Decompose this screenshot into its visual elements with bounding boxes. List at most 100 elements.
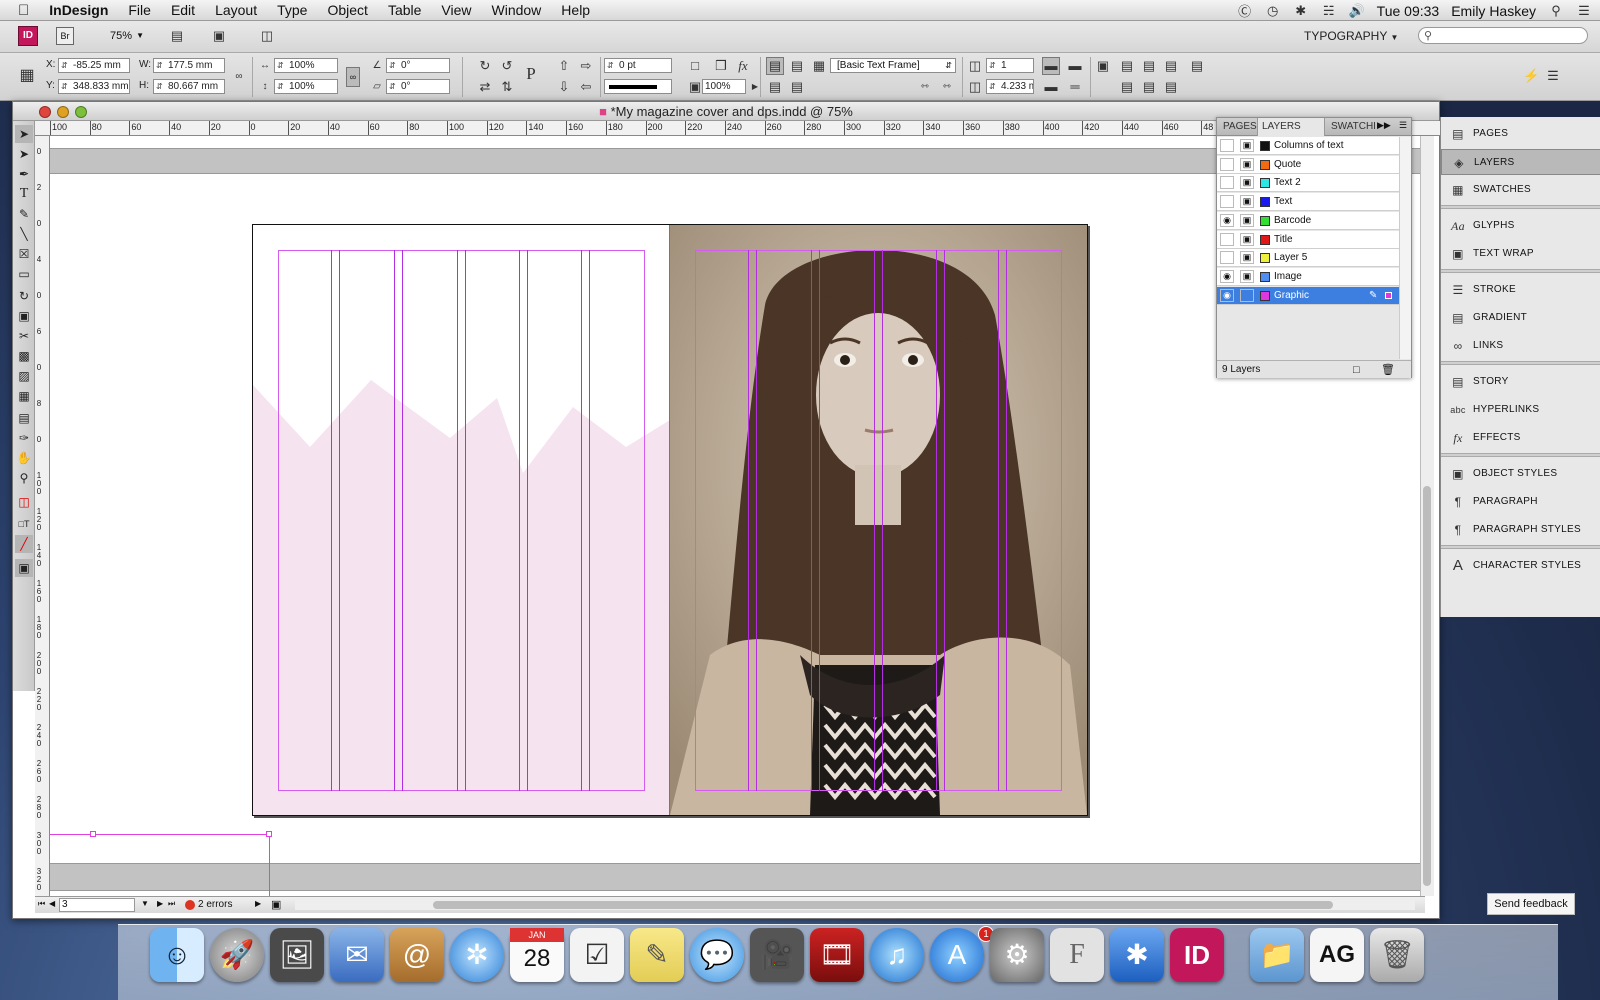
contacts-icon[interactable]: @ [390,928,444,982]
workspace-switcher[interactable]: TYPOGRAPHY ▼ [1304,29,1398,43]
trash-icon[interactable]: 🗑 [1370,928,1424,982]
y-position-field[interactable]: ⇵ 348.833 mm [58,79,130,94]
clock[interactable]: Tue 09:33 [1377,3,1440,19]
itunes-icon[interactable]: ♫ [870,928,924,982]
menu-app-name[interactable]: InDesign [39,0,118,21]
lock-icon[interactable]: ▣ [1240,213,1254,227]
layer-row[interactable]: ◉ ▣ Image [1217,267,1399,286]
horizontal-scroll-thumb[interactable] [433,901,1333,909]
line-tool-icon[interactable]: ╲ [15,225,33,243]
tab-layers[interactable]: LAYERS [1257,118,1325,136]
fill-frame-icon[interactable]: □ [686,57,704,75]
dock-item-pages[interactable]: ▤ PAGES [1441,121,1600,147]
hand-tool-icon[interactable]: ✋ [15,449,33,467]
safari-icon[interactable]: ✲ [450,928,504,982]
first-page-icon[interactable]: ⏮ [38,899,45,909]
layer-row[interactable]: ▣ Text 2 [1217,174,1399,193]
zoom-tool-icon[interactable]: ⚲ [15,469,33,487]
indesign-dock-icon[interactable]: ID [1170,928,1224,982]
layer-row[interactable]: ▣ Quote [1217,155,1399,174]
volume-icon[interactable]: 🔊 [1349,3,1365,19]
open-page-icon[interactable]: ▣ [271,898,281,911]
minimize-button[interactable] [57,106,69,118]
notification-list-icon[interactable]: ☰ [1576,3,1592,19]
select-container-icon[interactable]: ⇧ [555,57,573,75]
constrain-scale-button[interactable]: ∞ [346,67,360,87]
menu-view[interactable]: View [431,0,481,21]
shear-field[interactable]: ⇵ 0° [386,79,450,94]
layer-row[interactable]: ◉ ▣ Barcode [1217,211,1399,230]
bluetooth-icon[interactable]: ✱ [1293,3,1309,19]
eyedropper-tool-icon[interactable]: ✑ [15,429,33,447]
apple-icon[interactable]:  [0,0,39,21]
dock-item-paragraph-styles[interactable]: ¶ PARAGRAPH STYLES [1441,517,1600,543]
dock-item-object-styles[interactable]: ▣ OBJECT STYLES [1441,461,1600,487]
paragraph-p-icon[interactable]: P [522,65,540,83]
panel-menu-icon[interactable]: ☰ [1399,120,1407,131]
x-position-field[interactable]: ⇵ -85.25 mm [58,58,130,73]
quick-apply-icon[interactable]: ⚡ [1522,67,1540,85]
menu-file[interactable]: File [118,0,161,21]
lock-icon[interactable]: ▣ [1240,251,1254,265]
image-capture-icon[interactable]: 🖼 [270,928,324,982]
scale-tool-icon[interactable]: ▣ [15,307,33,325]
view-options-button[interactable]: ▤ [168,27,186,45]
stroke-style-icon[interactable]: ▬ [1042,57,1060,75]
align-vertical-centers-icon[interactable]: ▤ [1118,78,1136,96]
visibility-eye-icon[interactable] [1220,232,1234,246]
height-field[interactable]: ⇵ 80.667 mm [153,79,225,94]
columns-field[interactable]: ⇵ 1 [986,58,1034,73]
opacity-field[interactable]: 100% [702,79,746,94]
indesign-badge[interactable]: ID [18,26,38,46]
flip-horizontal-icon[interactable]: ⇄ [476,78,494,96]
selected-object-indicator[interactable] [1385,291,1392,299]
align-horizontal-centers-icon[interactable]: ▤ [1140,57,1158,75]
stroke-weight-field[interactable]: ⇵ 0 pt [604,58,672,73]
vertical-scroll-thumb[interactable] [1423,486,1431,886]
select-next-icon[interactable]: ⇨ [577,57,595,75]
constrain-proportions-icon[interactable]: ∞ [230,68,248,86]
vertical-ruler[interactable]: 0 2 0 4 0 6 0 8 0 1 0 0 1 2 0 1 4 0 1 6 0 1 8 0 2 0 0 2… [35,136,50,896]
align-top-icon[interactable]: ▤ [766,78,784,96]
reminders-icon[interactable]: ☑ [570,928,624,982]
rotation-field[interactable]: ⇵ 0° [386,58,450,73]
visibility-eye-icon[interactable]: ◉ [1220,213,1234,227]
frame-handle[interactable] [266,831,272,837]
previous-page-icon[interactable]: ◀ [49,899,55,908]
bridge-button[interactable]: Br [56,27,74,45]
dock-item-text-wrap[interactable]: ▣ TEXT WRAP [1441,241,1600,267]
preflight-status[interactable]: 2 errors [198,899,232,910]
rotate-tool-icon[interactable]: ↻ [15,287,33,305]
new-layer-icon[interactable]: □ [1353,361,1360,379]
layer-row[interactable]: ◉ Graphic ✎ [1217,286,1399,305]
stroke-double-icon[interactable]: ═ [1066,78,1084,96]
visibility-eye-icon[interactable]: ◉ [1220,269,1234,283]
dock-item-character-styles[interactable]: A CHARACTER STYLES [1441,553,1600,579]
dock-item-stroke[interactable]: ☰ STROKE [1441,277,1600,303]
scale-x-field[interactable]: ⇵ 100% [274,58,338,73]
dock-item-effects[interactable]: fx EFFECTS [1441,425,1600,451]
dock-item-paragraph[interactable]: ¶ PARAGRAPH [1441,489,1600,515]
rectangle-frame-tool-icon[interactable]: ☒ [15,245,33,263]
zoom-button[interactable] [75,106,87,118]
stroke-thin-icon[interactable]: ▬ [1042,78,1060,96]
free-transform-tool-icon[interactable]: ▩ [15,347,33,365]
pasteboard[interactable] [50,136,1420,896]
rotate-cw-icon[interactable]: ↻ [476,57,494,75]
page-number-field[interactable]: 3 [59,898,135,912]
layers-scrollbar[interactable] [1399,137,1411,359]
skype-icon[interactable]: Ⓒ [1237,1,1253,20]
apply-none-icon[interactable]: ╱ [15,535,33,553]
arrange-documents-button[interactable]: ◫ [258,27,276,45]
width-field[interactable]: ⇵ 177.5 mm [153,58,225,73]
menu-type[interactable]: Type [267,0,317,21]
layer-row[interactable]: ▣ Layer 5 [1217,249,1399,268]
menu-edit[interactable]: Edit [161,0,205,21]
page-spread[interactable] [252,224,1088,816]
scissors-tool-icon[interactable]: ✂ [15,327,33,345]
time-machine-icon[interactable]: ◷ [1265,3,1281,19]
fx-icon[interactable]: fx [734,57,752,75]
photo-booth-icon[interactable]: 🎞 [810,928,864,982]
next-page-icon[interactable]: ▶ [157,899,163,908]
opacity-arrow-icon[interactable]: ▶ [746,78,764,96]
